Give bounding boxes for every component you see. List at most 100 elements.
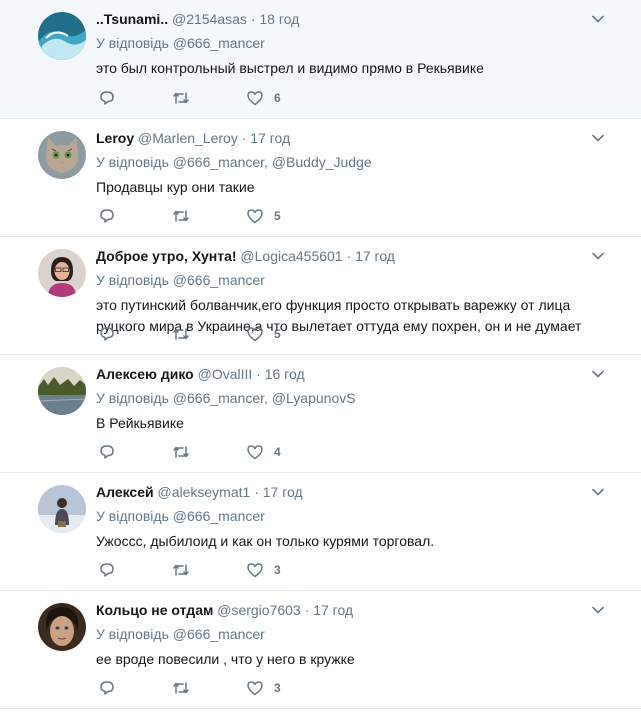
user-handle[interactable]: @Marlen_Leroy	[138, 130, 238, 146]
retweet-icon	[173, 92, 189, 104]
reply-mentions[interactable]: @666_mancer	[173, 272, 265, 288]
chevron-down-icon[interactable]	[591, 367, 605, 381]
like-button[interactable]: 5	[246, 325, 281, 343]
retweet-button[interactable]	[172, 325, 190, 343]
like-count: 5	[274, 327, 281, 341]
tweet[interactable]: Кольцо не отдам @sergio7603 · 17 год У в…	[0, 591, 641, 709]
tweet[interactable]: Доброе утро, Хунта! @Logica455601 · 17 г…	[0, 237, 641, 355]
like-count: 3	[274, 681, 281, 695]
reply-context: У відповідь @666_mancer, @LyapunovS	[96, 389, 601, 408]
separator-dot: ·	[250, 11, 256, 27]
tweet-text: Продавцы кур они такие	[96, 179, 255, 195]
retweet-icon	[173, 328, 189, 340]
tweet-actions: 3	[98, 678, 337, 698]
timestamp[interactable]: 16 год	[265, 366, 305, 382]
chevron-down-icon[interactable]	[591, 485, 605, 499]
like-button[interactable]: 4	[246, 443, 281, 461]
reply-mentions[interactable]: @666_mancer	[173, 35, 265, 51]
like-button[interactable]: 3	[246, 561, 281, 579]
reply-mentions[interactable]: @666_mancer	[173, 626, 265, 642]
avatar[interactable]	[38, 485, 86, 533]
like-count: 3	[274, 563, 281, 577]
heart-icon	[247, 327, 263, 342]
user-name[interactable]: Кольцо не отдам	[96, 602, 213, 618]
user-handle[interactable]: @alekseymat1	[158, 484, 251, 500]
reply-prefix: У відповідь	[96, 35, 169, 51]
retweet-icon	[173, 210, 189, 222]
chevron-down-icon[interactable]	[591, 603, 605, 617]
reply-context: У відповідь @666_mancer, @Buddy_Judge	[96, 153, 601, 172]
avatar[interactable]	[38, 367, 86, 415]
user-name[interactable]: ..Tsunami..	[96, 11, 168, 27]
chevron-down-icon[interactable]	[591, 131, 605, 145]
reply-mentions[interactable]: @666_mancer, @Buddy_Judge	[173, 154, 372, 170]
reply-icon	[100, 445, 114, 459]
reply-icon	[100, 209, 114, 223]
user-handle[interactable]: @OvalIII	[198, 366, 253, 382]
reply-button[interactable]	[98, 89, 116, 107]
timestamp[interactable]: 17 год	[355, 248, 395, 264]
user-name[interactable]: Доброе утро, Хунта!	[96, 248, 237, 264]
tweet[interactable]: ..Tsunami.. @2154asas · 18 год У відпові…	[0, 0, 641, 119]
reply-button[interactable]	[98, 443, 116, 461]
timestamp[interactable]: 17 год	[313, 602, 353, 618]
like-button[interactable]: 6	[246, 89, 281, 107]
retweet-button[interactable]	[172, 443, 190, 461]
reply-mentions[interactable]: @666_mancer, @LyapunovS	[173, 390, 356, 406]
reply-button[interactable]	[98, 207, 116, 225]
retweet-button[interactable]	[172, 561, 190, 579]
retweet-button[interactable]	[172, 679, 190, 697]
retweet-button[interactable]	[172, 89, 190, 107]
tweet-header: Leroy @Marlen_Leroy · 17 год	[96, 129, 601, 148]
separator-dot: ·	[304, 602, 310, 618]
like-button[interactable]: 5	[246, 207, 281, 225]
user-name[interactable]: Leroy	[96, 130, 134, 146]
like-count: 6	[274, 91, 281, 105]
tweet-text: это был контрольный выстрел и видимо пря…	[96, 60, 484, 76]
user-name[interactable]: Алексею дико	[96, 366, 194, 382]
tweet-actions: 5	[98, 206, 337, 226]
reply-button[interactable]	[98, 561, 116, 579]
tweet[interactable]: Алексей @alekseymat1 · 17 год У відповід…	[0, 473, 641, 591]
tweet[interactable]: Leroy @Marlen_Leroy · 17 год У відповідь…	[0, 119, 641, 237]
reply-context: У відповідь @666_mancer	[96, 625, 601, 644]
tweet[interactable]: Алексею дико @OvalIII · 16 год У відпові…	[0, 355, 641, 473]
avatar[interactable]	[38, 12, 86, 60]
chevron-down-icon[interactable]	[591, 12, 605, 26]
reply-context: У відповідь @666_mancer	[96, 34, 601, 53]
tweet-actions: 3	[98, 560, 337, 580]
reply-prefix: У відповідь	[96, 154, 169, 170]
avatar[interactable]	[38, 249, 86, 297]
separator-dot: ·	[256, 366, 261, 382]
heart-icon	[247, 681, 263, 696]
avatar[interactable]	[38, 131, 86, 179]
retweet-icon	[173, 446, 189, 458]
retweet-icon	[173, 682, 189, 694]
reply-button[interactable]	[98, 325, 116, 343]
user-handle[interactable]: @2154asas	[172, 11, 247, 27]
reply-mentions[interactable]: @666_mancer	[173, 508, 265, 524]
timestamp[interactable]: 17 год	[250, 130, 290, 146]
user-handle[interactable]: @Logica455601	[240, 248, 342, 264]
user-name[interactable]: Алексей	[96, 484, 154, 500]
reply-prefix: У відповідь	[96, 626, 169, 642]
reply-button[interactable]	[98, 679, 116, 697]
timestamp[interactable]: 18 год	[259, 11, 299, 27]
user-handle[interactable]: @sergio7603	[217, 602, 301, 618]
separator-dot: ·	[346, 248, 352, 264]
tweet-header: Доброе утро, Хунта! @Logica455601 · 17 г…	[96, 247, 601, 266]
tweet-text: В Рейкьявике	[96, 415, 184, 431]
timestamp[interactable]: 17 год	[263, 484, 303, 500]
tweet-header: Алексей @alekseymat1 · 17 год	[96, 483, 601, 502]
tweet-actions: 6	[98, 88, 337, 108]
reply-prefix: У відповідь	[96, 508, 169, 524]
reply-context: У відповідь @666_mancer	[96, 271, 601, 290]
separator-dot: ·	[254, 484, 259, 500]
retweet-button[interactable]	[172, 207, 190, 225]
tweet-header: Кольцо не отдам @sergio7603 · 17 год	[96, 601, 601, 620]
chevron-down-icon[interactable]	[591, 249, 605, 263]
like-button[interactable]: 3	[246, 679, 281, 697]
avatar[interactable]	[38, 603, 86, 651]
reply-feed: ..Tsunami.. @2154asas · 18 год У відпові…	[0, 0, 641, 709]
heart-icon	[247, 91, 263, 106]
